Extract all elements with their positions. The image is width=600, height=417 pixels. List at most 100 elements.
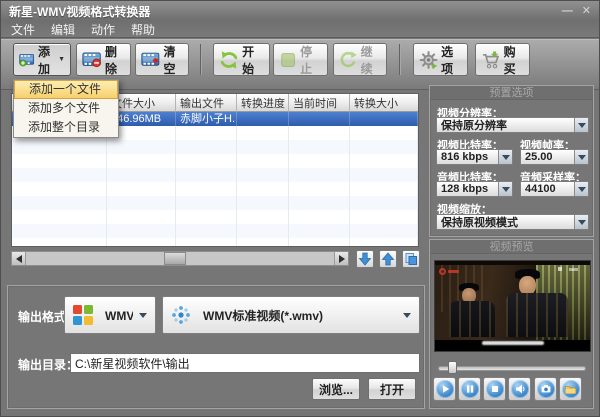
open-button[interactable]: 打开	[368, 378, 416, 400]
col-header-converted-size[interactable]: 转换大小	[350, 94, 418, 112]
close-button[interactable]: ✕	[582, 4, 591, 18]
copy-list-button[interactable]	[402, 250, 420, 268]
resume-button[interactable]: 继续	[333, 43, 387, 76]
preset-panel-title: 预置选项	[430, 86, 593, 100]
buy-button[interactable]: 购买	[475, 43, 530, 76]
table-row-empty	[12, 140, 418, 154]
video-preview-panel: 视频预览	[429, 239, 594, 409]
chevron-down-icon	[574, 215, 588, 229]
stop-playback-button[interactable]	[483, 377, 506, 401]
stop-button[interactable]: 停止	[273, 43, 328, 76]
stop-icon	[279, 50, 297, 70]
speaker-icon	[514, 383, 526, 395]
cell-progress	[237, 112, 289, 126]
open-folder-button[interactable]	[559, 377, 582, 401]
table-horizontal-scrollbar[interactable]	[11, 251, 349, 266]
resume-button-label: 继续	[361, 43, 381, 77]
chevron-down-icon	[574, 150, 588, 164]
samplerate-select[interactable]: 44100	[520, 181, 589, 197]
film-add-icon	[19, 50, 35, 70]
gear-icon	[419, 49, 438, 71]
letterbox-bar	[435, 340, 590, 351]
col-header-output-file[interactable]: 输出文件	[176, 94, 237, 112]
stop-button-label: 停止	[300, 43, 322, 77]
add-button-label: 添加	[38, 43, 54, 77]
clear-button[interactable]: 清空	[135, 43, 189, 76]
cell-converted-size	[350, 112, 418, 126]
seek-slider[interactable]	[438, 361, 586, 374]
menu-item-help[interactable]: 帮助	[131, 21, 155, 38]
cell-current-time	[289, 112, 350, 126]
volume-button[interactable]	[508, 377, 531, 401]
resolution-select[interactable]: 保持原分辨率	[436, 117, 589, 133]
table-row-empty	[12, 224, 418, 238]
preview-panel-title: 视频预览	[430, 240, 593, 254]
menu-item-file[interactable]: 文件	[11, 21, 35, 38]
table-row-empty	[12, 196, 418, 210]
chevron-down-icon	[498, 150, 512, 164]
buy-button-label: 购买	[504, 43, 524, 77]
menu-item-add-directory[interactable]: 添加整个目录	[14, 118, 118, 137]
col-header-current-time[interactable]: 当前时间	[289, 94, 350, 112]
audio-bitrate-select[interactable]: 128 kbps	[436, 181, 513, 197]
subtitle-line	[482, 341, 544, 345]
delete-button[interactable]: 删除	[76, 43, 131, 76]
scroll-left-button[interactable]	[12, 252, 26, 265]
menu-item-edit[interactable]: 编辑	[51, 21, 75, 38]
framerate-value: 25.00	[521, 151, 574, 163]
audio-bitrate-value: 128 kbps	[437, 183, 498, 195]
add-button[interactable]: 添加 ▼	[13, 43, 71, 76]
output-format-value: WMV视频	[101, 307, 133, 324]
folder-icon	[564, 383, 577, 396]
profile-dots-icon	[169, 303, 193, 327]
col-header-progress[interactable]: 转换进度	[237, 94, 289, 112]
delete-button-label: 删除	[105, 43, 125, 77]
snapshot-button[interactable]	[534, 377, 557, 401]
output-dir-input[interactable]	[70, 353, 420, 373]
output-format-select[interactable]: WMV视频	[64, 296, 156, 334]
film-clear-icon	[141, 50, 161, 70]
video-bitrate-select[interactable]: 816 kbps	[436, 149, 513, 165]
arrow-down-icon	[358, 252, 372, 266]
scroll-right-button[interactable]	[334, 252, 348, 265]
slider-thumb[interactable]	[448, 361, 457, 374]
options-button[interactable]: 选项	[413, 43, 468, 76]
move-up-button[interactable]	[379, 250, 397, 268]
preset-options-panel: 预置选项 视频分辨率： 保持原分辨率 视频比特率： 视频帧率： 816 kbps…	[429, 85, 594, 237]
slider-track[interactable]	[438, 366, 586, 371]
scroll-thumb[interactable]	[164, 252, 186, 265]
samplerate-value: 44100	[521, 183, 574, 195]
output-profile-value: WMV标准视频(*.wmv)	[199, 307, 397, 324]
chevron-down-icon	[498, 182, 512, 196]
video-scale-select[interactable]: 保持原视频模式	[436, 214, 589, 230]
output-profile-select[interactable]: WMV标准视频(*.wmv)	[162, 296, 420, 334]
clear-button-label: 清空	[164, 43, 184, 77]
table-row-empty	[12, 238, 418, 247]
start-button[interactable]: 开始	[213, 43, 270, 76]
film-delete-icon	[82, 50, 102, 70]
play-button[interactable]	[433, 377, 456, 401]
camera-icon	[540, 383, 552, 395]
add-dropdown-menu: 添加一个文件 添加多个文件 添加整个目录	[13, 79, 119, 138]
minimize-button[interactable]: —	[562, 4, 573, 18]
menu-item-action[interactable]: 动作	[91, 21, 115, 38]
wmv-format-icon	[71, 303, 95, 327]
pause-button[interactable]	[458, 377, 481, 401]
chevron-down-icon	[574, 118, 588, 132]
framerate-select[interactable]: 25.00	[520, 149, 589, 165]
cell-output-file: 赤脚小子H...	[176, 112, 237, 126]
start-button-label: 开始	[242, 43, 264, 77]
menu-item-add-multiple-files[interactable]: 添加多个文件	[14, 99, 118, 118]
app-window: 新星-WMV视频格式转换器 — ✕ 文件 编辑 动作 帮助 添加 ▼ 删除 清空…	[0, 0, 600, 417]
chevron-down-icon: ▼	[58, 56, 65, 63]
move-down-button[interactable]	[356, 250, 374, 268]
tv-watermark	[439, 268, 459, 275]
table-row-empty	[12, 154, 418, 168]
table-row-empty	[12, 182, 418, 196]
movie-still	[435, 265, 590, 340]
video-preview-frame	[434, 260, 591, 352]
play-icon	[439, 383, 451, 395]
pause-icon	[464, 383, 476, 395]
menu-item-add-one-file[interactable]: 添加一个文件	[14, 80, 118, 99]
browse-button[interactable]: 浏览...	[312, 378, 360, 400]
